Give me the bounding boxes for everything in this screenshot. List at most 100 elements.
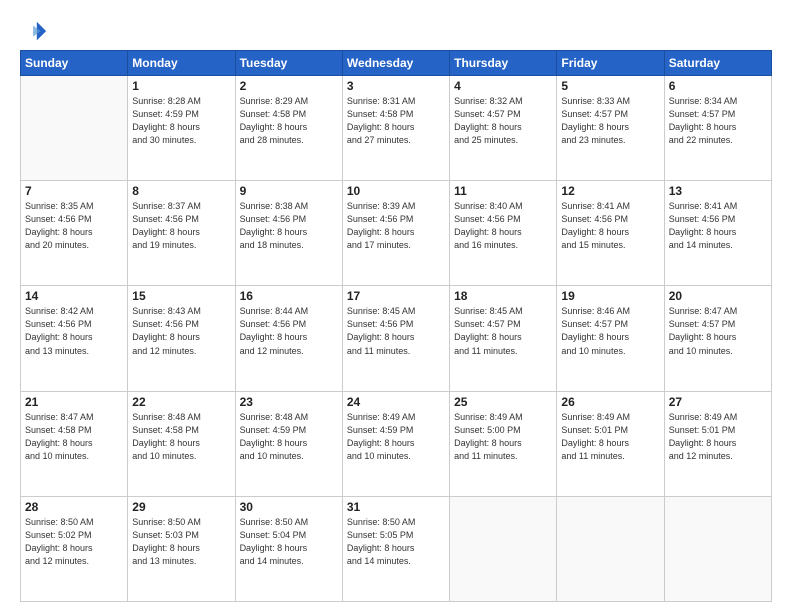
day-number: 28 — [25, 500, 123, 514]
day-info: Sunrise: 8:50 AM Sunset: 5:03 PM Dayligh… — [132, 516, 230, 568]
calendar-cell: 28Sunrise: 8:50 AM Sunset: 5:02 PM Dayli… — [21, 496, 128, 601]
calendar-cell — [21, 76, 128, 181]
calendar-cell — [450, 496, 557, 601]
day-number: 21 — [25, 395, 123, 409]
day-info: Sunrise: 8:48 AM Sunset: 4:58 PM Dayligh… — [132, 411, 230, 463]
calendar-cell: 23 Sunrise: 8:48 AM Sunset: 4:59 PM Dayli… — [235, 391, 342, 496]
day-number: 4 — [454, 79, 552, 93]
day-number: 6 — [669, 79, 767, 93]
calendar-cell — [557, 496, 664, 601]
day-number: 11 — [454, 184, 552, 198]
logo-icon — [20, 18, 48, 46]
calendar-cell: 16 Sunrise: 8:44 AM Sunset: 4:56 PM Dayli… — [235, 286, 342, 391]
calendar-week-row: 21 Sunrise: 8:47 AM Sunset: 4:58 PM Dayli… — [21, 391, 772, 496]
calendar-cell: 27 Sunrise: 8:49 AM Sunset: 5:01 PM Dayli… — [664, 391, 771, 496]
calendar-cell: 14 Sunrise: 8:42 AM Sunset: 4:56 PM Dayli… — [21, 286, 128, 391]
day-info: Sunrise: 8:46 AM Sunset: 4:57 PM Dayligh… — [561, 305, 659, 357]
calendar-cell: 9 Sunrise: 8:38 AM Sunset: 4:56 PM Daylig… — [235, 181, 342, 286]
calendar-week-row: 1 Sunrise: 8:28 AM Sunset: 4:59 PM Daylig… — [21, 76, 772, 181]
day-number: 27 — [669, 395, 767, 409]
calendar-header-tuesday: Tuesday — [235, 51, 342, 76]
day-info: Sunrise: 8:49 AM Sunset: 5:00 PM Dayligh… — [454, 411, 552, 463]
day-number: 31 — [347, 500, 445, 514]
day-info: Sunrise: 8:34 AM Sunset: 4:57 PM Dayligh… — [669, 95, 767, 147]
calendar-header-sunday: Sunday — [21, 51, 128, 76]
day-info: Sunrise: 8:28 AM Sunset: 4:59 PM Dayligh… — [132, 95, 230, 147]
calendar-cell: 29 Sunrise: 8:50 AM Sunset: 5:03 PM Dayli… — [128, 496, 235, 601]
day-info: Sunrise: 8:49 AM Sunset: 5:01 PM Dayligh… — [669, 411, 767, 463]
calendar-week-row: 7 Sunrise: 8:35 AM Sunset: 4:56 PM Daylig… — [21, 181, 772, 286]
day-info: Sunrise: 8:47 AM Sunset: 4:58 PM Dayligh… — [25, 411, 123, 463]
day-info: Sunrise: 8:48 AM Sunset: 4:59 PM Dayligh… — [240, 411, 338, 463]
day-number: 24 — [347, 395, 445, 409]
calendar-cell: 1 Sunrise: 8:28 AM Sunset: 4:59 PM Daylig… — [128, 76, 235, 181]
calendar-cell: 31Sunrise: 8:50 AM Sunset: 5:05 PM Dayli… — [342, 496, 449, 601]
header — [20, 18, 772, 46]
day-number: 30 — [240, 500, 338, 514]
day-info: Sunrise: 8:43 AM Sunset: 4:56 PM Dayligh… — [132, 305, 230, 357]
day-number: 16 — [240, 289, 338, 303]
day-number: 10 — [347, 184, 445, 198]
day-number: 18 — [454, 289, 552, 303]
calendar-header-monday: Monday — [128, 51, 235, 76]
day-number: 2 — [240, 79, 338, 93]
calendar-cell: 15 Sunrise: 8:43 AM Sunset: 4:56 PM Dayli… — [128, 286, 235, 391]
day-number: 1 — [132, 79, 230, 93]
day-info: Sunrise: 8:44 AM Sunset: 4:56 PM Dayligh… — [240, 305, 338, 357]
calendar-cell: 10Sunrise: 8:39 AM Sunset: 4:56 PM Dayli… — [342, 181, 449, 286]
calendar-table: SundayMondayTuesdayWednesdayThursdayFrid… — [20, 50, 772, 602]
calendar-cell: 13 Sunrise: 8:41 AM Sunset: 4:56 PM Dayli… — [664, 181, 771, 286]
day-info: Sunrise: 8:49 AM Sunset: 5:01 PM Dayligh… — [561, 411, 659, 463]
day-info: Sunrise: 8:31 AM Sunset: 4:58 PM Dayligh… — [347, 95, 445, 147]
day-number: 20 — [669, 289, 767, 303]
day-info: Sunrise: 8:35 AM Sunset: 4:56 PM Dayligh… — [25, 200, 123, 252]
calendar-header-saturday: Saturday — [664, 51, 771, 76]
day-info: Sunrise: 8:29 AM Sunset: 4:58 PM Dayligh… — [240, 95, 338, 147]
calendar-header-wednesday: Wednesday — [342, 51, 449, 76]
day-info: Sunrise: 8:41 AM Sunset: 4:56 PM Dayligh… — [561, 200, 659, 252]
day-number: 5 — [561, 79, 659, 93]
calendar-cell: 7 Sunrise: 8:35 AM Sunset: 4:56 PM Daylig… — [21, 181, 128, 286]
day-number: 13 — [669, 184, 767, 198]
calendar-cell: 22 Sunrise: 8:48 AM Sunset: 4:58 PM Dayli… — [128, 391, 235, 496]
day-info: Sunrise: 8:37 AM Sunset: 4:56 PM Dayligh… — [132, 200, 230, 252]
day-info: Sunrise: 8:49 AM Sunset: 4:59 PM Dayligh… — [347, 411, 445, 463]
day-number: 7 — [25, 184, 123, 198]
calendar-header-thursday: Thursday — [450, 51, 557, 76]
day-info: Sunrise: 8:42 AM Sunset: 4:56 PM Dayligh… — [25, 305, 123, 357]
calendar-cell: 11Sunrise: 8:40 AM Sunset: 4:56 PM Dayli… — [450, 181, 557, 286]
day-info: Sunrise: 8:50 AM Sunset: 5:04 PM Dayligh… — [240, 516, 338, 568]
calendar-cell: 21 Sunrise: 8:47 AM Sunset: 4:58 PM Dayli… — [21, 391, 128, 496]
day-info: Sunrise: 8:45 AM Sunset: 4:56 PM Dayligh… — [347, 305, 445, 357]
day-number: 29 — [132, 500, 230, 514]
day-number: 26 — [561, 395, 659, 409]
calendar-header-friday: Friday — [557, 51, 664, 76]
calendar-cell: 4Sunrise: 8:32 AM Sunset: 4:57 PM Daylig… — [450, 76, 557, 181]
logo — [20, 18, 52, 46]
calendar-cell: 18 Sunrise: 8:45 AM Sunset: 4:57 PM Dayli… — [450, 286, 557, 391]
day-number: 17 — [347, 289, 445, 303]
calendar-cell: 2 Sunrise: 8:29 AM Sunset: 4:58 PM Daylig… — [235, 76, 342, 181]
day-info: Sunrise: 8:38 AM Sunset: 4:56 PM Dayligh… — [240, 200, 338, 252]
calendar-cell: 26 Sunrise: 8:49 AM Sunset: 5:01 PM Dayli… — [557, 391, 664, 496]
day-number: 15 — [132, 289, 230, 303]
calendar-cell — [664, 496, 771, 601]
calendar-cell: 6 Sunrise: 8:34 AM Sunset: 4:57 PM Daylig… — [664, 76, 771, 181]
day-info: Sunrise: 8:33 AM Sunset: 4:57 PM Dayligh… — [561, 95, 659, 147]
day-number: 8 — [132, 184, 230, 198]
calendar-cell: 30 Sunrise: 8:50 AM Sunset: 5:04 PM Dayli… — [235, 496, 342, 601]
calendar-cell: 12Sunrise: 8:41 AM Sunset: 4:56 PM Dayli… — [557, 181, 664, 286]
day-number: 14 — [25, 289, 123, 303]
calendar-cell: 24 Sunrise: 8:49 AM Sunset: 4:59 PM Dayli… — [342, 391, 449, 496]
day-number: 23 — [240, 395, 338, 409]
day-info: Sunrise: 8:47 AM Sunset: 4:57 PM Dayligh… — [669, 305, 767, 357]
day-number: 9 — [240, 184, 338, 198]
day-number: 22 — [132, 395, 230, 409]
day-number: 25 — [454, 395, 552, 409]
day-info: Sunrise: 8:45 AM Sunset: 4:57 PM Dayligh… — [454, 305, 552, 357]
calendar-cell: 5 Sunrise: 8:33 AM Sunset: 4:57 PM Daylig… — [557, 76, 664, 181]
calendar-week-row: 28Sunrise: 8:50 AM Sunset: 5:02 PM Dayli… — [21, 496, 772, 601]
calendar-cell: 25 Sunrise: 8:49 AM Sunset: 5:00 PM Dayli… — [450, 391, 557, 496]
day-info: Sunrise: 8:41 AM Sunset: 4:56 PM Dayligh… — [669, 200, 767, 252]
calendar-header-row: SundayMondayTuesdayWednesdayThursdayFrid… — [21, 51, 772, 76]
